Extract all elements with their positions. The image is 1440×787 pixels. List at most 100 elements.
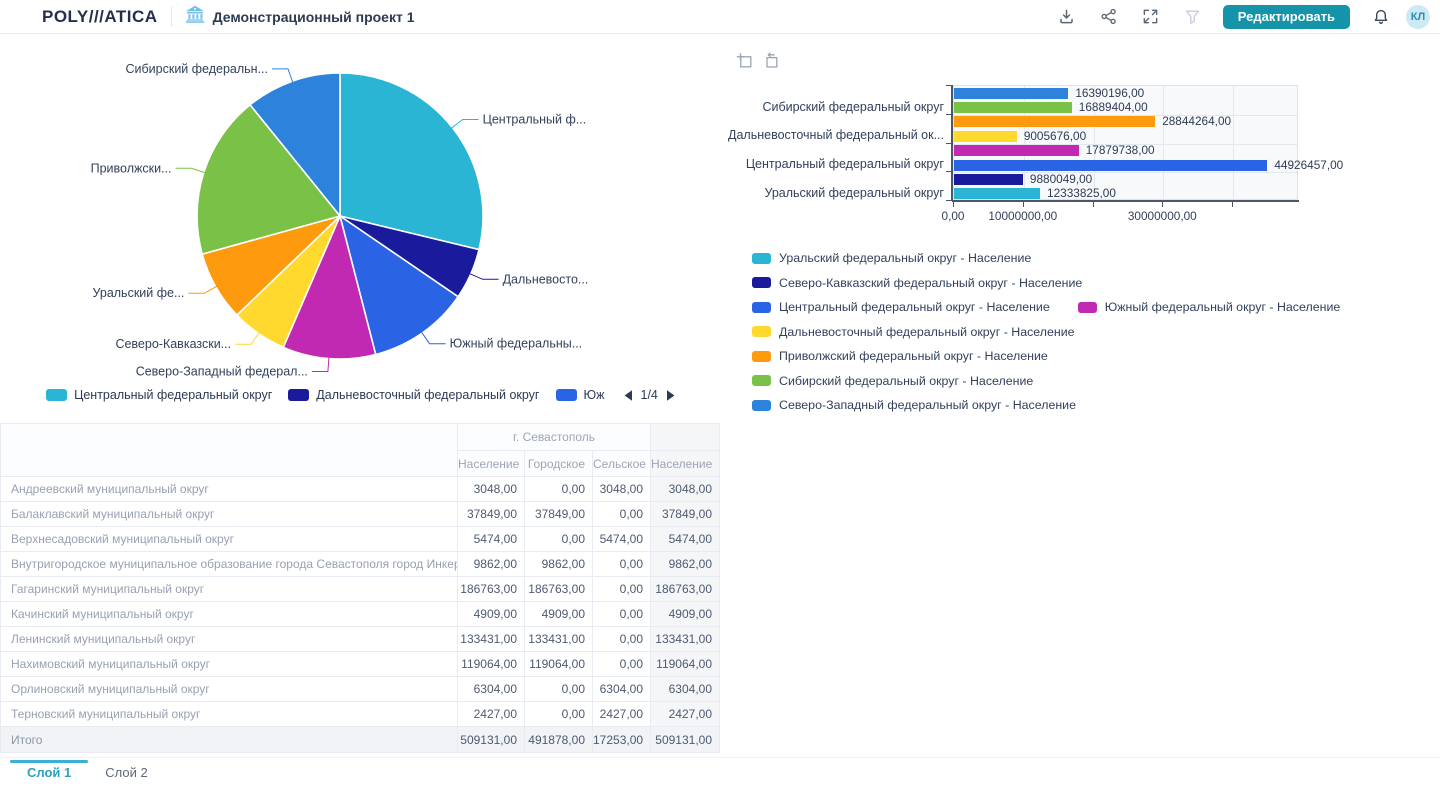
- bar-legend-item[interactable]: Северо-Кавказский федеральный округ - На…: [752, 276, 1082, 290]
- row-name-cell: Гагаринский муниципальный округ: [1, 577, 458, 602]
- avatar[interactable]: КЛ: [1406, 5, 1430, 29]
- pie-slice-label: Уральский фе...: [92, 286, 184, 300]
- polymatica-logo: POLY///ATICA: [42, 7, 158, 27]
- value-cell: 4909,00: [525, 602, 593, 627]
- legend-swatch: [752, 351, 771, 362]
- value-cell: 0,00: [593, 577, 651, 602]
- pie-legend-item[interactable]: Центральный федеральный округ: [46, 388, 272, 402]
- bar[interactable]: [954, 188, 1040, 199]
- widget-toolbar: [736, 52, 780, 75]
- legend-label: Сибирский федеральный округ - Население: [779, 374, 1033, 388]
- bar-category-label: Центральный федеральный округ: [728, 157, 944, 171]
- bar-legend-row: Северо-Западный федеральный округ - Насе…: [752, 398, 1340, 412]
- legend-prev-icon[interactable]: [623, 389, 634, 402]
- bar[interactable]: [954, 116, 1155, 127]
- tab-layer-2[interactable]: Слой 2: [88, 765, 164, 780]
- bar-legend-item[interactable]: Приволжский федеральный округ - Населени…: [752, 349, 1048, 363]
- value-cell: 4909,00: [458, 602, 525, 627]
- y-axis-tick: [946, 85, 952, 86]
- table-header-cell: [651, 424, 720, 451]
- legend-swatch: [752, 400, 771, 411]
- row-name-cell: Качинский муниципальный округ: [1, 602, 458, 627]
- table-row: Андреевский муниципальный округ3048,000,…: [1, 477, 720, 502]
- y-axis-tick: [946, 114, 952, 115]
- legend-swatch: [752, 326, 771, 337]
- zoom-select-icon[interactable]: [736, 52, 754, 75]
- value-cell: 119064,00: [651, 652, 720, 677]
- legend-swatch: [752, 253, 771, 264]
- bar[interactable]: [954, 102, 1072, 113]
- value-cell: 2427,00: [651, 702, 720, 727]
- divider: [171, 7, 172, 27]
- pie-slice-label: Дальневосто...: [503, 272, 589, 286]
- bar[interactable]: [954, 160, 1267, 171]
- pie-label-leader: [421, 331, 446, 343]
- x-axis: [952, 200, 1299, 202]
- bar-legend: Уральский федеральный округ - Население С…: [752, 251, 1340, 412]
- tab-layer-1[interactable]: Слой 1: [10, 765, 88, 780]
- pie-legend-item[interactable]: Юж: [556, 388, 605, 402]
- polymatica-dashboard: POLY///ATICA Демонстрационный проект 1: [0, 0, 1440, 787]
- download-icon[interactable]: [1058, 8, 1075, 25]
- table-row: Нахимовский муниципальный округ 119064,00…: [1, 652, 720, 677]
- legend-swatch: [556, 389, 577, 401]
- zoom-reset-icon[interactable]: [762, 52, 780, 75]
- total-label-cell: Итого: [1, 727, 458, 753]
- value-cell: 0,00: [593, 652, 651, 677]
- gridline: [1233, 86, 1234, 199]
- pie-label-leader: [451, 120, 479, 129]
- value-cell: 9862,00: [458, 552, 525, 577]
- bar-value-label: 9005676,00: [1024, 131, 1086, 142]
- bar-legend-item[interactable]: Дальневосточный федеральный округ - Насе…: [752, 325, 1075, 339]
- bar-legend-row: Сибирский федеральный округ - Население: [752, 374, 1340, 388]
- legend-label: Дальневосточный федеральный округ: [316, 388, 539, 402]
- fullscreen-icon[interactable]: [1142, 8, 1159, 25]
- pie-slice-label: Северо-Западный федерал...: [136, 365, 308, 379]
- table-row: Балаклавский муниципальный округ37849,00…: [1, 502, 720, 527]
- legend-swatch: [752, 277, 771, 288]
- legend-swatch: [288, 389, 309, 401]
- bar[interactable]: [954, 88, 1068, 99]
- bar-legend-item[interactable]: Сибирский федеральный округ - Население: [752, 374, 1033, 388]
- x-axis-tick-label: 30000000,00: [1117, 209, 1207, 223]
- share-icon[interactable]: [1100, 8, 1117, 25]
- bar-legend-item[interactable]: Северо-Западный федеральный округ - Насе…: [752, 398, 1076, 412]
- bar-legend-item[interactable]: Южный федеральный округ - Население: [1078, 300, 1341, 314]
- bar-category-label: Сибирский федеральный округ: [728, 100, 944, 114]
- bar-legend-item[interactable]: Уральский федеральный округ - Население: [752, 251, 1031, 265]
- bar-legend-row: Уральский федеральный округ - Население: [752, 251, 1340, 265]
- value-cell: 37849,00: [525, 502, 593, 527]
- bar[interactable]: [954, 174, 1023, 185]
- pie-legend-item[interactable]: Дальневосточный федеральный округ: [288, 388, 539, 402]
- table-column-header: Население: [458, 451, 525, 477]
- value-cell: 0,00: [593, 502, 651, 527]
- value-cell: 186763,00: [525, 577, 593, 602]
- x-axis-tick: [1232, 202, 1233, 207]
- value-cell: 4909,00: [651, 602, 720, 627]
- row-name-cell: Андреевский муниципальный округ: [1, 477, 458, 502]
- value-cell: 0,00: [525, 477, 593, 502]
- bell-icon[interactable]: [1372, 8, 1390, 26]
- row-name-cell: Нахимовский муниципальный округ: [1, 652, 458, 677]
- bar[interactable]: [954, 131, 1017, 142]
- y-axis-tick: [946, 143, 952, 144]
- table-row: Внутригородское муниципальное образовани…: [1, 552, 720, 577]
- value-cell: 133431,00: [458, 627, 525, 652]
- legend-next-icon[interactable]: [665, 389, 676, 402]
- bar[interactable]: [954, 145, 1079, 156]
- bar-legend-item[interactable]: Центральный федеральный округ - Населени…: [752, 300, 1050, 314]
- value-cell: 5474,00: [651, 527, 720, 552]
- row-name-cell: Внутригородское муниципальное образовани…: [1, 552, 458, 577]
- legend-label: Уральский федеральный округ - Население: [779, 251, 1031, 265]
- pie-legend-pager: 1/4: [623, 388, 676, 402]
- table-row: Качинский муниципальный округ4909,004909…: [1, 602, 720, 627]
- edit-button[interactable]: Редактировать: [1223, 5, 1350, 29]
- legend-label: Южный федеральный округ - Население: [1105, 300, 1341, 314]
- legend-swatch: [752, 302, 771, 313]
- value-cell: 37849,00: [651, 502, 720, 527]
- value-cell: 0,00: [525, 702, 593, 727]
- value-cell: 5474,00: [593, 527, 651, 552]
- filter-icon[interactable]: [1184, 8, 1201, 25]
- x-axis-tick: [1023, 202, 1024, 207]
- table-column-header: Городское: [525, 451, 593, 477]
